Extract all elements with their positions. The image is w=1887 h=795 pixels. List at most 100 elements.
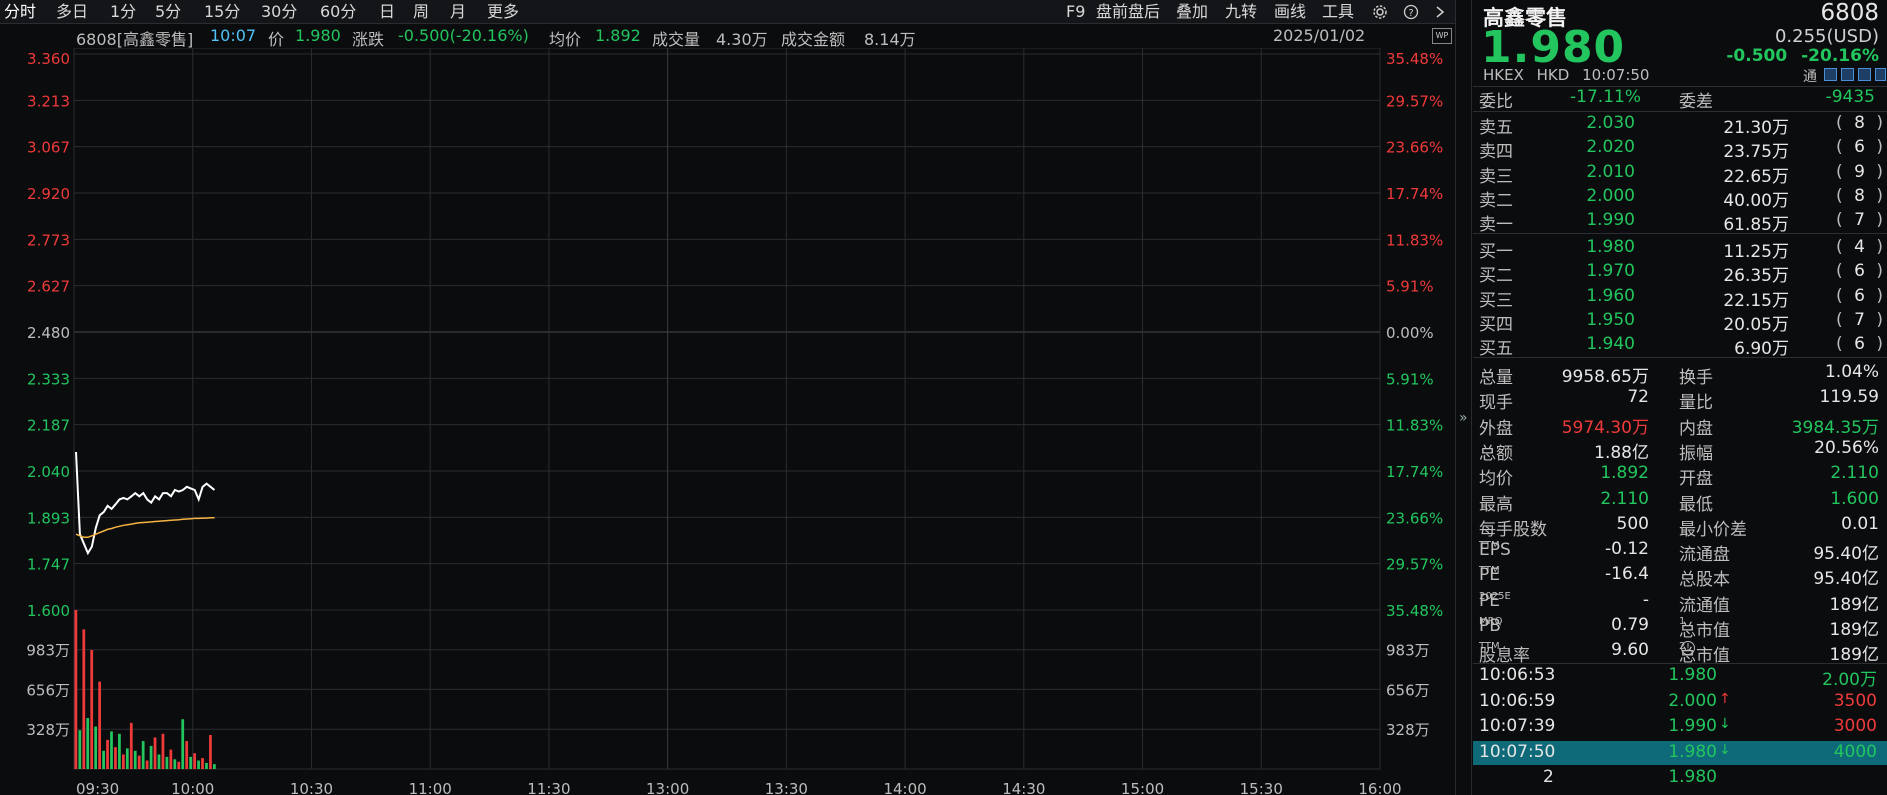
chart-frame [73,48,1381,770]
pct-tick-label: 5.91% [1386,370,1434,388]
tab-15min[interactable]: 15分 [204,0,240,24]
pct-tick-label: 23.66% [1386,139,1443,157]
nine-turn-button[interactable]: 九转 [1225,0,1257,24]
level-label: 买三 [1479,290,1513,311]
stat-label-text: 总额 [1479,443,1513,464]
bid-row[interactable]: 买二 1.970 26.35万 (6) [1473,260,1887,286]
tick-row[interactable]: 10:07:39 1.990 ↓ 3000 [1473,715,1887,739]
stat-label-text: 最低 [1679,494,1713,515]
chevron-right-icon[interactable]: » [1459,410,1468,426]
ask-row[interactable]: 卖二 2.000 40.00万 (8) [1473,185,1887,211]
volume-bar [181,719,185,769]
level-count: 4 [1854,237,1865,257]
tab-week[interactable]: 周 [413,0,429,24]
stat-row: 现手 72 量比 119.59 [1473,386,1887,414]
change-pct: -20.16% [1801,46,1879,66]
tab-month[interactable]: 月 [450,0,466,24]
stat-value: 119.59 [1819,387,1879,408]
chevron-right-icon[interactable] [1434,0,1446,24]
stat-value: 189亿 [1829,594,1879,615]
level-price: 1.970 [1586,261,1635,282]
tab-60min[interactable]: 60分 [320,0,356,24]
premarket-button[interactable]: 盘前盘后 [1096,0,1160,24]
intraday-chart[interactable]: 3.360 35.48% 3.213 29.57% 3.067 23.66% 2.920 17… [0,48,1455,795]
price-tick-label: 1.893 [27,509,70,527]
pct-tick-label: 0.00% [1386,324,1434,342]
add-icon[interactable] [1875,68,1886,81]
tools-button[interactable]: 工具 [1322,0,1354,24]
chart-toolbar: 分时 多日 1分 5分 15分 30分 60分 日 周 月 更多 F9 盘前盘后… [0,0,1455,24]
price-tick-label: 1.747 [27,556,70,574]
tick-volume: 3000 [1833,716,1877,736]
bid-row[interactable]: 买三 1.960 22.15万 (6) [1473,285,1887,311]
volume-bar [74,610,78,769]
bid-row[interactable]: 买一 1.980 11.25万 (4) [1473,236,1887,262]
volume-bar [157,754,161,769]
tick-row[interactable]: 10:06:59 2.000 ↑ 3500 [1473,690,1887,714]
help-icon[interactable]: ? [1403,0,1419,24]
tick-price: 1.980 [1668,741,1717,762]
pct-tick-label: 35.48% [1386,50,1443,68]
volume-bar [129,722,133,769]
paren-close: ) [1876,237,1883,257]
level-price: 2.000 [1586,185,1635,206]
time-tick-label: 13:30 [765,780,808,795]
stat-row: PB MRQ 0.79 总市值 1 189亿 [1473,614,1887,641]
draw-line-button[interactable]: 画线 [1274,0,1306,24]
tick-price: 1.980 [1668,767,1717,787]
stat-value: 2.110 [1830,463,1879,484]
tick-row[interactable]: 10:07:50 1.980 ↓ 4000 [1473,740,1887,765]
volume-bar [149,745,153,769]
stat-value: 1.88亿 [1594,442,1649,463]
bid-row[interactable]: 买四 1.950 20.05万 (7) [1473,309,1887,335]
time-tick-label: 09:30 [76,780,119,795]
code-name: 6808[高鑫零售] [76,30,194,49]
bid-row[interactable]: 买五 1.940 6.90万 (6) [1473,333,1887,359]
stat-label-text: 现手 [1479,393,1513,414]
price-tick-label: 2.040 [27,463,70,481]
volume-bar [133,750,137,769]
stat-label-text: 最小价差 [1679,519,1747,540]
stat-label-sup: TTM [1479,641,1500,653]
weibi-value: -17.11% [1570,87,1641,107]
tab-intraday[interactable]: 分时 [4,0,36,24]
time-tick-label: 10:30 [290,780,333,795]
volume-label: 成交量 [652,30,701,49]
change-label: 涨跌 [352,30,385,49]
tab-1min[interactable]: 1分 [110,0,136,24]
level-label: 卖五 [1479,118,1513,138]
ask-row[interactable]: 卖一 1.990 61.85万 (7) [1473,209,1887,236]
tab-day[interactable]: 日 [379,0,395,24]
level-volume: 61.85万 [1723,215,1789,236]
paren-open: ( [1836,137,1843,158]
wp-badge[interactable]: WP [1432,28,1452,44]
overlay-button[interactable]: 叠加 [1176,0,1208,24]
tick-row[interactable]: 2 1.980 [1473,766,1887,790]
edit-icon[interactable] [1824,68,1837,81]
tick-row[interactable]: 10:06:53 1.980 2.00万 [1473,664,1887,690]
gear-icon[interactable] [1372,0,1388,24]
time-tick-label: 16:00 [1358,780,1401,795]
chart-canvas: 3.360 35.48% 3.213 29.57% 3.067 23.66% 2.920 17… [26,48,1443,795]
panel-splitter[interactable]: » [1455,0,1472,795]
tab-more[interactable]: 更多 [487,0,519,24]
tab-30min[interactable]: 30分 [261,0,297,24]
time-tick-label: 14:00 [883,780,926,795]
window-icon[interactable] [1841,68,1854,81]
ask-row[interactable]: 卖四 2.020 23.75万 (6) [1473,136,1887,162]
ask-row[interactable]: 卖三 2.010 22.65万 (9) [1473,161,1887,187]
price-label: 价 [268,30,285,49]
ask-row[interactable]: 卖五 2.030 21.30万 (8) [1473,112,1887,138]
volume-bar [137,755,141,769]
copy-icon[interactable] [1858,68,1871,81]
tab-5min[interactable]: 5分 [155,0,181,24]
tab-multiday[interactable]: 多日 [56,0,88,24]
stat-label-text: 总市值 [1679,621,1730,641]
volume-bar [141,741,145,769]
f9-button[interactable]: F9 [1066,0,1085,24]
avg-value: 1.892 [595,26,641,45]
paren-open: ( [1836,161,1843,182]
stock-code: 6808 [1820,0,1879,26]
level-count: 7 [1854,210,1865,231]
tick-volume: 3500 [1833,690,1877,711]
